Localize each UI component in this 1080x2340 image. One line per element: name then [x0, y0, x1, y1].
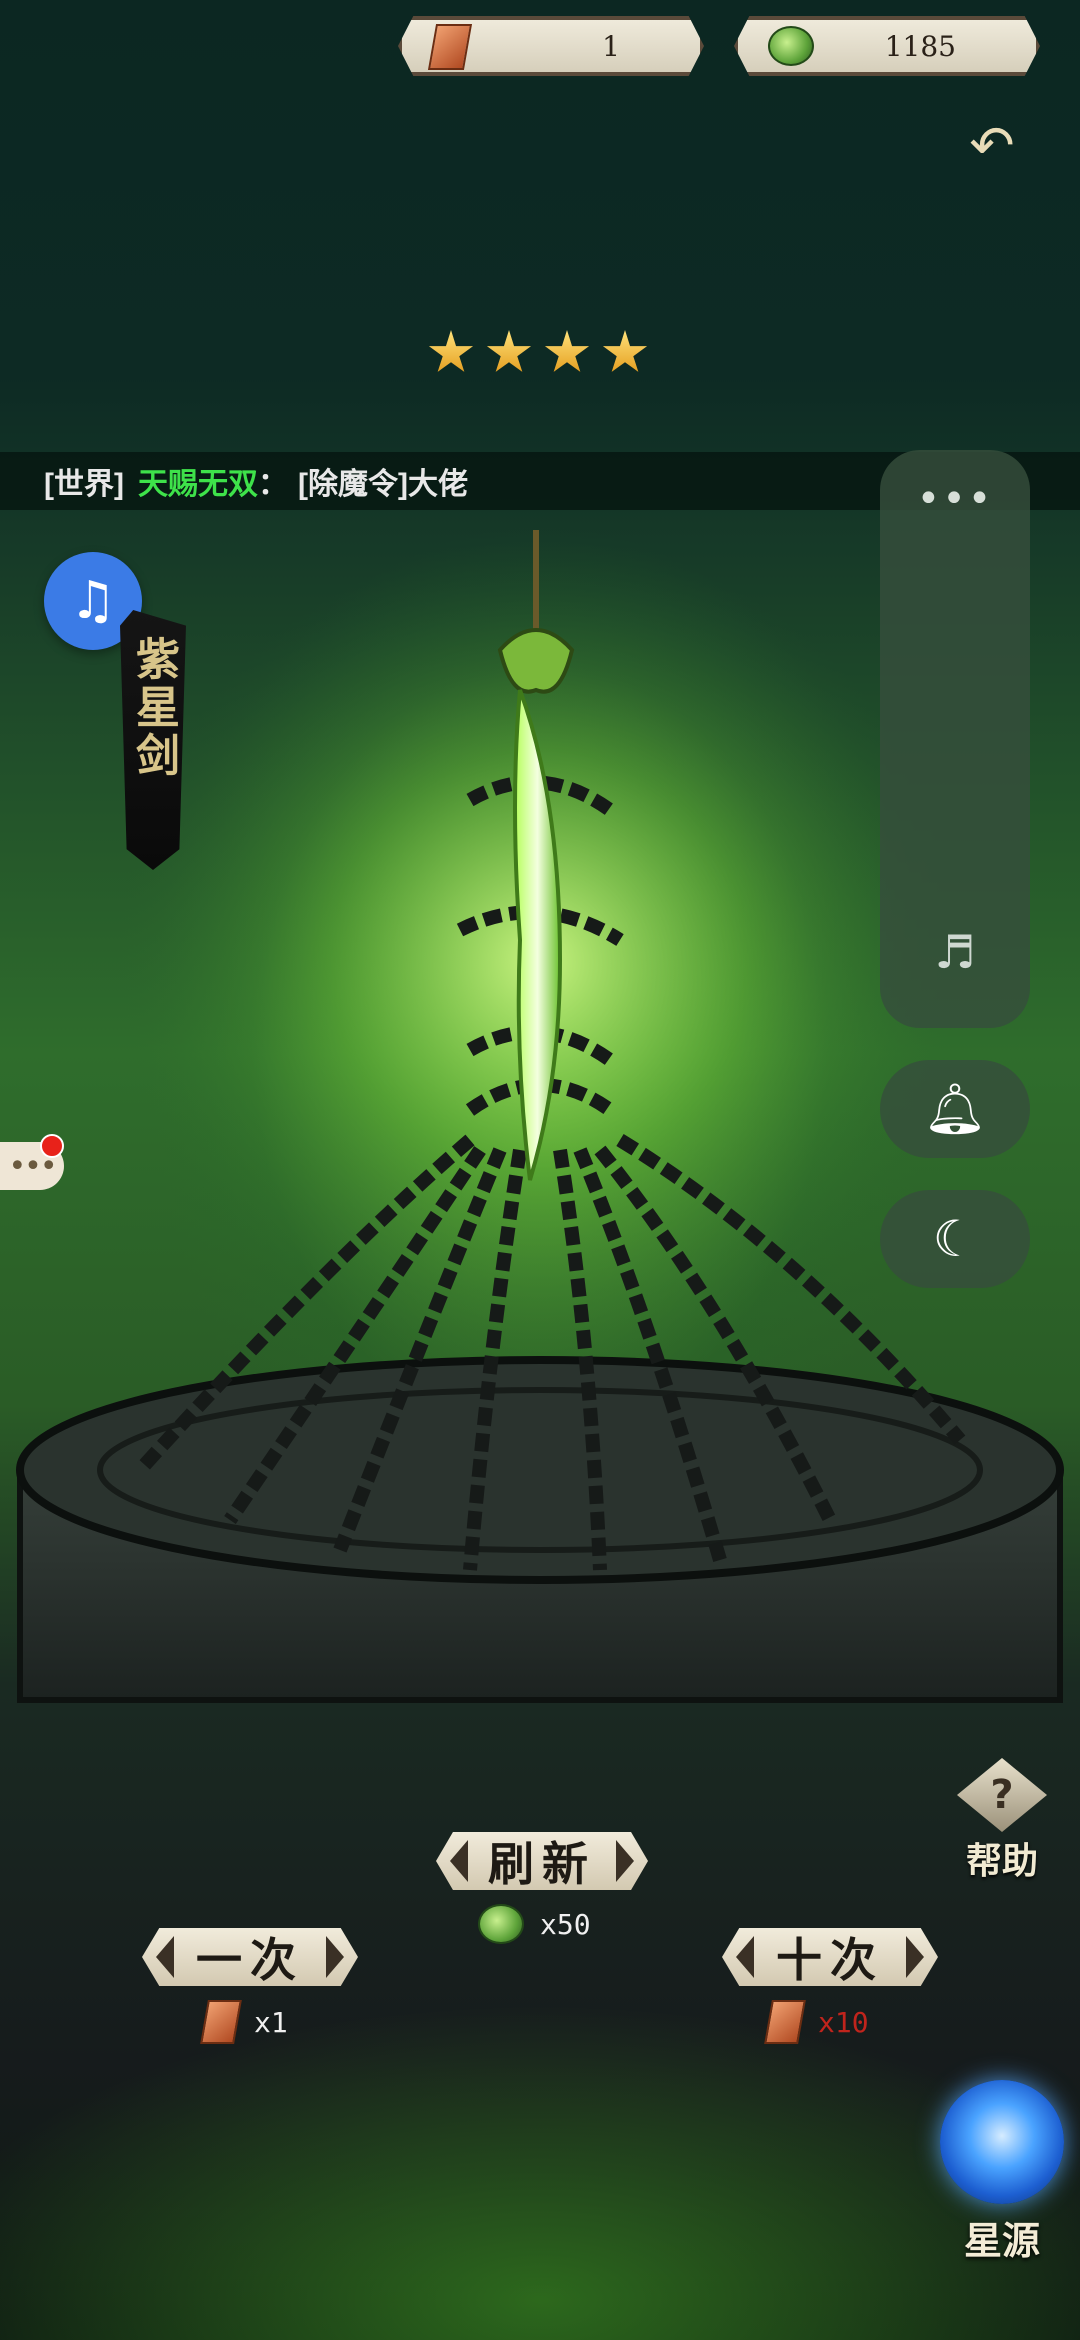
jade-count: 1185	[884, 29, 956, 63]
draw-ten-button[interactable]: 十次	[722, 1928, 938, 1986]
refresh-cost-value: x50	[540, 1907, 591, 1941]
notification-dot	[40, 1134, 64, 1158]
refresh-cost: x50	[478, 1904, 591, 1944]
gacha-screen: 1 1185 ↶ [世界] 天赐无双 ： [除魔令]大佬 ♫ 紫星剑 ••• •…	[0, 0, 1080, 2340]
chat-message: [除魔令]大佬	[297, 468, 468, 501]
draw-once-button[interactable]: 一次	[142, 1928, 358, 1986]
star-icon	[428, 330, 474, 372]
token-count: 1	[602, 29, 620, 63]
chat-channel: [世界]	[44, 468, 124, 501]
night-mode-toggle[interactable]: ☾	[880, 1190, 1030, 1288]
item-name: 紫星剑	[128, 636, 179, 780]
token-icon	[200, 2000, 242, 2044]
draw-once-label: 一次	[196, 1933, 304, 1987]
draw-ten-label: 十次	[776, 1933, 884, 1987]
token-icon	[764, 2000, 806, 2044]
blue-vortex-icon	[940, 2080, 1064, 2204]
rarity-stars	[428, 330, 648, 376]
question-diamond-icon: ?	[957, 1758, 1047, 1832]
draw-once-cost: x1	[200, 2000, 288, 2044]
star-icon	[602, 330, 648, 372]
star-source-button[interactable]: 星源	[934, 2080, 1070, 2270]
back-button[interactable]: ↶	[960, 118, 1024, 174]
more-options-button[interactable]: •••	[880, 479, 1030, 519]
notification-toggle[interactable]: 🔔︎	[880, 1060, 1030, 1158]
help-button[interactable]: ? 帮助	[946, 1758, 1058, 1882]
star-source-label: 星源	[963, 2218, 1040, 2263]
jade-coin-icon	[478, 1904, 524, 1944]
chat-separator: ：	[257, 468, 288, 501]
draw-ten-cost-value: x10	[818, 2005, 869, 2039]
refresh-button[interactable]: 刷新	[436, 1832, 648, 1890]
floating-side-panel: ••• ♬	[880, 450, 1030, 1028]
music-off-icon[interactable]: ♬	[925, 922, 985, 982]
star-icon	[544, 330, 590, 372]
chat-sender[interactable]: 天赐无双	[138, 459, 258, 503]
draw-ten-cost: x10	[764, 2000, 869, 2044]
back-arrow-icon: ↶	[969, 114, 1015, 177]
item-name-banner: 紫星剑	[120, 610, 186, 870]
moon-icon: ☾	[932, 1210, 978, 1268]
draw-once-cost-value: x1	[254, 2005, 288, 2039]
help-label: 帮助	[965, 1840, 1038, 1882]
music-note-icon: ♫	[69, 571, 117, 631]
refresh-label: 刷新	[488, 1837, 596, 1891]
star-icon	[486, 330, 532, 372]
jade-coin-icon	[768, 26, 814, 66]
bell-icon: 🔔︎	[923, 1079, 987, 1138]
